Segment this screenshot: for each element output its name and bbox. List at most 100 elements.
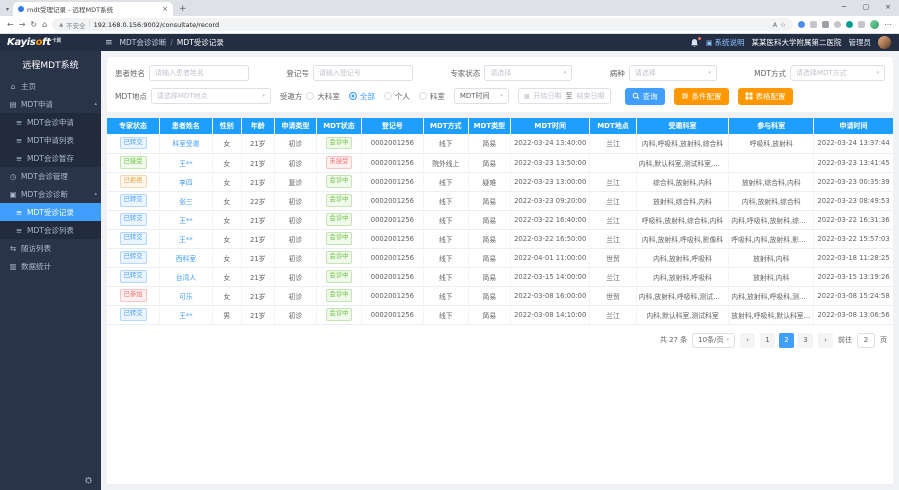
cell-mdt_place: 兰江 <box>590 305 636 324</box>
search-button[interactable]: 查询 <box>625 88 665 105</box>
forward-icon[interactable]: → <box>19 20 26 29</box>
browser-tab[interactable]: mdt受理记录 - 远程MDT系统 × <box>13 2 173 16</box>
cell-invited_depts: 内科,放射科,呼吸科,影像科 <box>636 229 729 248</box>
tab-search-icon[interactable]: ▾ <box>6 6 9 13</box>
sidebar-item-mdt-diagnosis[interactable]: ▣ MDT会诊诊断 ▴ <box>0 185 101 203</box>
cell-age: 21岁 <box>241 286 274 305</box>
cell-apply_time: 2022-03-24 13:37:44 <box>814 134 893 153</box>
page-button-3[interactable]: 3 <box>798 333 813 348</box>
tab-close-icon[interactable]: × <box>162 5 168 13</box>
cell-name: 张三 <box>160 191 213 210</box>
favorite-star-icon[interactable]: ☆ <box>780 21 786 29</box>
page-button-1[interactable]: 1 <box>760 333 775 348</box>
radio-label: 科室 <box>430 91 445 102</box>
cell-mdt_place: 兰江 <box>590 210 636 229</box>
sidebar-item-mdt-consult-list[interactable]: ≡ MDT会诊列表 <box>0 221 101 239</box>
patient-name-link[interactable]: 王** <box>179 312 193 320</box>
sidebar-item-home[interactable]: ⌂ 主页 <box>0 77 101 95</box>
cell-invited_depts: 综合科,放射科,内科 <box>636 172 729 191</box>
prev-page-button[interactable]: ‹ <box>740 333 755 348</box>
patient-name-link[interactable]: 王** <box>179 217 193 225</box>
patient-name-link[interactable]: 张三 <box>179 198 193 206</box>
browser-profile-avatar[interactable] <box>870 20 879 29</box>
cell-invited_depts: 内科,呼吸科,放射科,综合科 <box>636 134 729 153</box>
cell-mdt_place: 兰江 <box>590 172 636 191</box>
patient-name-link[interactable]: 王** <box>179 236 193 244</box>
cell-mdt_time: 2022-04-01 11:00:00 <box>511 248 590 267</box>
patient-name-link[interactable]: 王** <box>179 160 193 168</box>
settings-gear-icon[interactable] <box>84 476 93 485</box>
radio-scope-personal[interactable]: 个人 <box>384 91 410 102</box>
cell-expert_status: 已转交 <box>107 134 160 153</box>
new-tab-button[interactable]: + <box>179 4 187 14</box>
notification-bell-icon[interactable] <box>690 38 699 48</box>
cell-mdt_type: 简易 <box>468 191 510 210</box>
date-range-picker[interactable]: ▦ 开始日期 至 结束日期 <box>518 88 611 104</box>
patient-name-input[interactable] <box>149 65 249 81</box>
select-placeholder: 请选择MDT方式 <box>796 68 847 78</box>
system-help-link[interactable]: ▣ 系统说明 <box>706 37 745 48</box>
patient-name-link[interactable]: 西科室 <box>176 255 196 263</box>
page-button-2[interactable]: 2 <box>779 333 794 348</box>
sidebar-item-mdt-apply[interactable]: ▤ MDT申请 ▴ <box>0 95 101 113</box>
sidebar-item-mdt-apply-list[interactable]: ≡ MDT申请列表 <box>0 131 101 149</box>
security-label[interactable]: 不安全 <box>66 20 86 30</box>
sidebar-item-statistics[interactable]: ▥ 数据统计 <box>0 257 101 275</box>
reload-icon[interactable]: ↻ <box>30 20 37 29</box>
search-button-label: 查询 <box>643 91 658 102</box>
mdt-mode-select[interactable]: 请选择MDT方式 ▾ <box>790 65 885 81</box>
chart-icon: ▥ <box>9 262 17 271</box>
back-icon[interactable]: ← <box>7 20 14 29</box>
cell-gender: 女 <box>212 248 241 267</box>
condition-config-button[interactable]: 条件配置 <box>674 88 729 105</box>
extension-icon[interactable] <box>834 21 841 28</box>
extension-icon[interactable] <box>798 21 805 28</box>
mdt-time-select[interactable]: MDT时间 ▾ <box>454 88 509 104</box>
radio-scope-dept[interactable]: 科室 <box>419 91 445 102</box>
disease-select[interactable]: 请选择 ▾ <box>629 65 717 81</box>
status-tag: 已转交 <box>120 308 147 320</box>
radio-big-dept[interactable]: 大科室 <box>306 91 340 102</box>
next-page-button[interactable]: › <box>818 333 833 348</box>
disease-label: 病种 <box>610 68 625 79</box>
sidebar-collapse-icon[interactable]: ≡ <box>105 38 113 48</box>
sidebar-item-followup-list[interactable]: ⇆ 随访列表 <box>0 239 101 257</box>
radio-scope-all[interactable]: 全部 <box>349 91 375 102</box>
patient-name-link[interactable]: 可乐 <box>179 293 193 301</box>
cell-reg_no: 0002001256 <box>361 267 423 286</box>
extension-icon[interactable] <box>822 21 829 28</box>
home-icon[interactable]: ⌂ <box>42 20 47 29</box>
column-header-invited_depts: 受邀科室 <box>636 118 729 134</box>
read-aloud-icon[interactable]: A <box>773 21 777 29</box>
mdt-place-select[interactable]: 请选择MDT地点 ▾ <box>151 88 271 104</box>
user-avatar[interactable] <box>878 36 891 49</box>
cell-mdt_mode: 线下 <box>423 172 468 191</box>
sidebar-item-mdt-consult-manage[interactable]: ◷ MDT会诊管理 <box>0 167 101 185</box>
table-config-button[interactable]: 表格配置 <box>738 88 793 105</box>
extension-icon[interactable] <box>846 21 853 28</box>
status-tag: 会诊中 <box>326 289 353 301</box>
address-bar[interactable]: ▲ 不安全 | 192.168.0.156:9002/consultate/re… <box>52 18 793 31</box>
extension-icon[interactable] <box>858 21 865 28</box>
patient-name-link[interactable]: 李四 <box>179 179 193 187</box>
window-maximize-button[interactable]: ▢ <box>855 0 877 15</box>
goto-page-input[interactable] <box>857 333 875 348</box>
patient-name-link[interactable]: 台湾人 <box>176 274 196 282</box>
cell-mdt_place: 兰江 <box>590 229 636 248</box>
browser-menu-icon[interactable]: ⋯ <box>884 20 892 29</box>
window-minimize-button[interactable]: ─ <box>833 0 855 15</box>
extension-icon[interactable] <box>810 21 817 28</box>
breadcrumb-parent[interactable]: MDT会诊诊断 <box>120 37 167 48</box>
cell-joined_depts: 内科,放射科,综合科 <box>729 191 814 210</box>
status-tag: 已转交 <box>120 213 147 225</box>
page-size-select[interactable]: 10条/页 ▾ <box>692 333 735 348</box>
sidebar-item-mdt-record[interactable]: ≡ MDT受诊记录 <box>0 203 101 221</box>
reg-no-input[interactable] <box>313 65 413 81</box>
chevron-down-icon: ▾ <box>876 70 879 76</box>
sidebar-item-mdt-consult-draft[interactable]: ≡ MDT会诊暂存 <box>0 149 101 167</box>
expert-status-select[interactable]: 请选择 ▾ <box>484 65 572 81</box>
sidebar-item-mdt-consult-apply[interactable]: ≡ MDT会诊申请 <box>0 113 101 131</box>
window-close-button[interactable]: × <box>877 0 899 15</box>
patient-name-link[interactable]: 科室受邀 <box>172 140 199 148</box>
screen: ▾ mdt受理记录 - 远程MDT系统 × + ─ ▢ × ← → ↻ ⌂ ▲ … <box>0 0 899 490</box>
